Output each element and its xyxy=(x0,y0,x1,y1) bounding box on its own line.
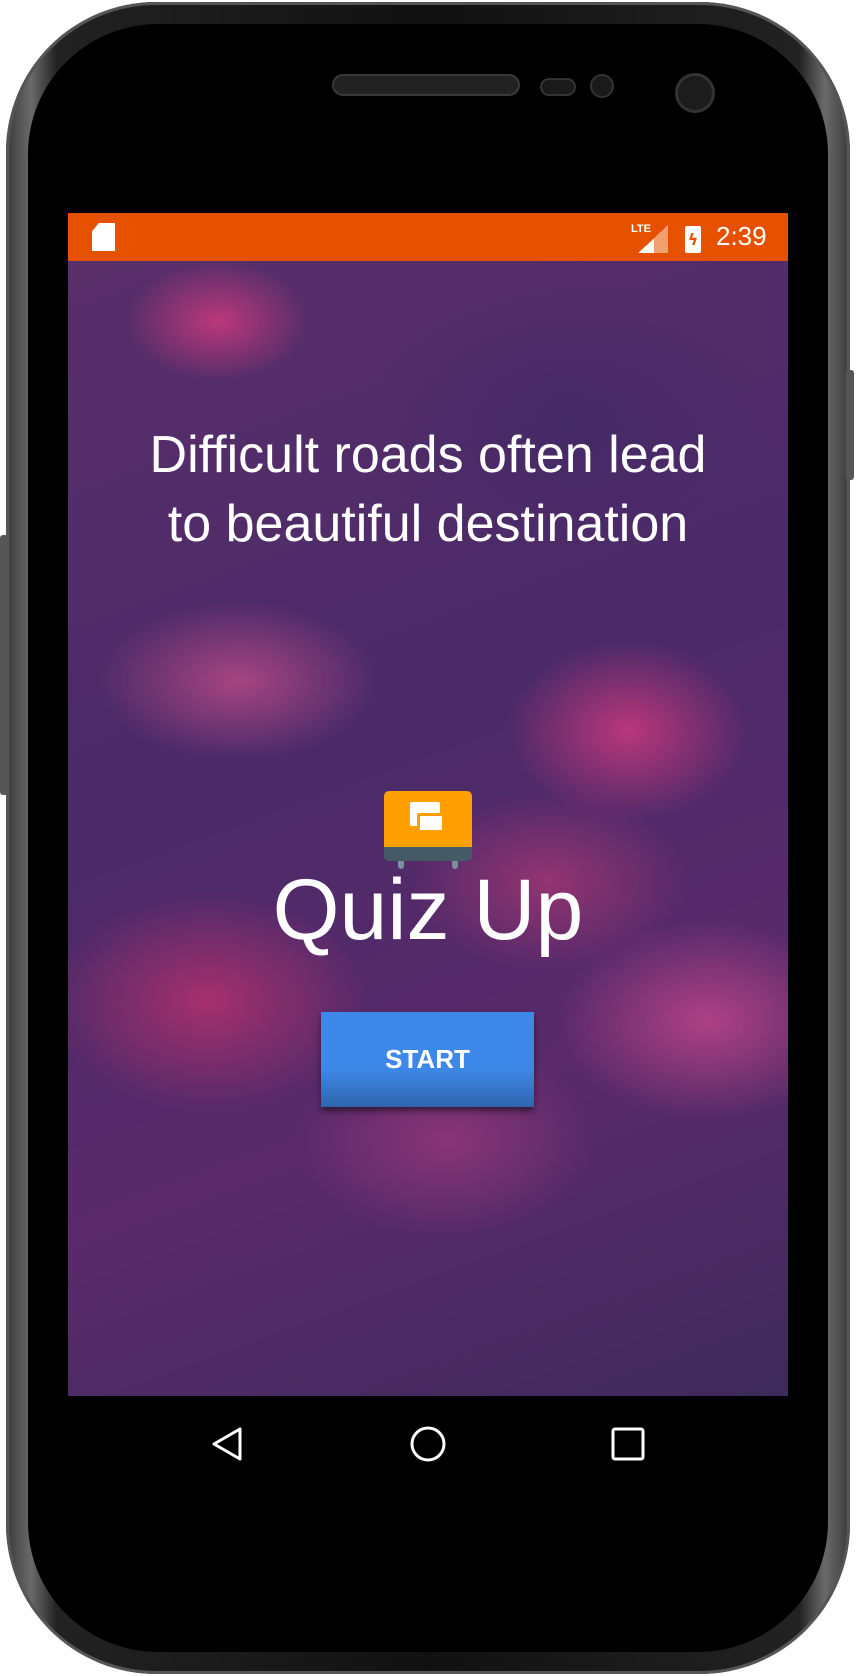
recents-icon[interactable] xyxy=(608,1424,648,1464)
battery-charging-icon: ϟ xyxy=(685,226,701,253)
background-image: Difficult roads often lead to beautiful … xyxy=(68,261,788,1396)
app-title: Quiz Up xyxy=(272,862,584,958)
start-button[interactable]: START xyxy=(321,1012,534,1107)
quote-text: Difficult roads often lead to beautiful … xyxy=(149,426,707,553)
screen: LTE ϟ 2:39 Difficult roads often lead to… xyxy=(68,213,788,1493)
navigation-bar xyxy=(68,1396,788,1493)
proximity-sensor xyxy=(540,78,576,96)
volume-button xyxy=(846,370,854,480)
light-sensor xyxy=(590,74,614,98)
clock: 2:39 xyxy=(716,221,767,251)
power-button xyxy=(0,535,8,795)
front-camera xyxy=(675,73,715,113)
back-icon[interactable] xyxy=(208,1424,248,1464)
earpiece-speaker xyxy=(332,74,520,96)
status-bar: LTE ϟ 2:39 xyxy=(68,213,788,261)
home-icon[interactable] xyxy=(408,1424,448,1464)
sd-card-icon xyxy=(92,223,115,251)
chat-bubble-icon xyxy=(417,813,445,833)
app-logo-icon xyxy=(384,791,472,869)
signal-level xyxy=(638,239,654,253)
